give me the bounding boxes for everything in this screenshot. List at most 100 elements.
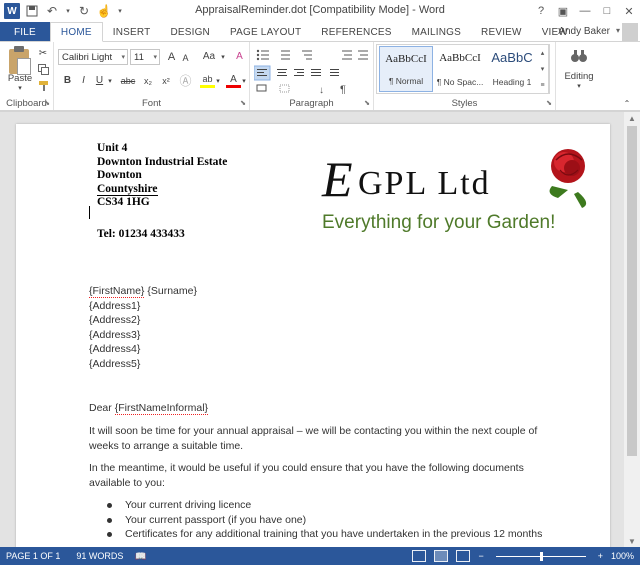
chevron-down-icon[interactable]: ▾	[541, 65, 545, 73]
scroll-down-icon[interactable]: ▼	[628, 537, 636, 546]
font-size-combo[interactable]: 11 ▾	[130, 49, 160, 65]
touch-mode-icon[interactable]: ☝	[96, 3, 112, 19]
underline-button[interactable]: U	[92, 73, 107, 88]
scroll-thumb[interactable]	[627, 126, 637, 456]
page-count[interactable]: PAGE 1 OF 1	[6, 551, 60, 561]
chevron-down-icon[interactable]: ▾	[240, 73, 248, 88]
tab-mailings[interactable]: MAILINGS	[402, 22, 471, 42]
editing-button[interactable]: Editing	[556, 70, 602, 82]
style-heading-1[interactable]: AaBbC Heading 1	[485, 46, 539, 92]
list-item: Certificates for any additional training…	[89, 527, 542, 542]
strikethrough-button[interactable]: abc	[118, 73, 138, 88]
zoom-slider[interactable]	[495, 551, 586, 561]
chevron-down-icon[interactable]: ▾	[214, 73, 222, 88]
tab-references[interactable]: REFERENCES	[311, 22, 401, 42]
zoom-in-icon[interactable]: +	[598, 551, 603, 561]
more-styles-icon[interactable]: ≡	[540, 82, 544, 89]
superscript-button[interactable]: x²	[158, 73, 174, 88]
tab-file[interactable]: FILE	[0, 22, 50, 42]
merge-field: {Surname}	[147, 285, 197, 297]
chevron-up-icon[interactable]: ▴	[541, 49, 545, 57]
user-name[interactable]: Andy Baker	[558, 26, 610, 37]
chevron-down-icon[interactable]: ▾	[573, 82, 585, 90]
style-normal[interactable]: AaBbCcI ¶ Normal	[379, 46, 433, 92]
list-item: Your current passport (if you have one)	[89, 513, 542, 528]
tab-home[interactable]: HOME	[49, 22, 103, 42]
style-sample: AaBbCcI	[385, 53, 427, 65]
logo-company-name: GPL Ltd	[358, 165, 491, 202]
shrink-font-button[interactable]: A	[178, 50, 193, 65]
styles-launcher-icon[interactable]: ⬊	[546, 99, 552, 107]
style-no-spacing[interactable]: AaBbCcI ¶ No Spac...	[433, 46, 487, 92]
style-name: ¶ No Spac...	[436, 77, 484, 87]
chevron-down-icon: ▾	[153, 54, 157, 61]
web-layout-icon[interactable]	[456, 550, 471, 562]
copy-icon[interactable]	[36, 62, 50, 76]
font-name-value: Calibri Light	[62, 51, 113, 63]
font-launcher-icon[interactable]: ⬊	[240, 99, 246, 107]
subscript-button[interactable]: x₂	[140, 73, 156, 88]
list-item: Your current driving licence	[89, 498, 542, 513]
clipboard-launcher-icon[interactable]: ⬊	[44, 99, 50, 107]
customize-qat-icon[interactable]: ▾	[116, 3, 124, 19]
chevron-down-icon[interactable]: ▾	[106, 73, 114, 88]
paste-button[interactable]: Paste	[4, 72, 36, 84]
zoom-level[interactable]: 100%	[611, 551, 634, 561]
style-name: Heading 1	[492, 77, 532, 87]
clear-formatting-button[interactable]: A	[232, 49, 247, 64]
highlight-button[interactable]: ab	[200, 73, 215, 88]
avatar[interactable]	[622, 23, 638, 41]
zoom-slider-thumb[interactable]	[539, 551, 543, 561]
tab-design[interactable]: DESIGN	[160, 22, 220, 42]
address-line: CS34 1HG	[97, 196, 150, 209]
paragraph-group: ↓ ¶ Paragraph ⬊	[250, 42, 374, 110]
styles-scroll[interactable]: ▴ ▾ ≡	[537, 44, 549, 94]
tab-review[interactable]: REVIEW	[471, 22, 532, 42]
paste-dropdown-icon[interactable]: ▾	[14, 84, 26, 92]
tab-insert[interactable]: INSERT	[103, 22, 161, 42]
ribbon: Paste ▾ ✂ Clipboard ⬊ Calibri Light ▾ 11 ▾…	[0, 41, 640, 111]
proofing-icon[interactable]: 📖	[135, 551, 146, 562]
word-count[interactable]: 91 WORDS	[76, 551, 123, 561]
scroll-up-icon[interactable]: ▲	[628, 114, 636, 123]
change-case-button[interactable]: Aa	[200, 49, 218, 64]
redo-icon[interactable]: ↻	[76, 3, 92, 19]
font-size-value: 11	[134, 51, 144, 63]
merge-field: {Address3}	[89, 328, 141, 341]
document-page[interactable]: Unit 4 Downton Industrial Estate Downton…	[16, 124, 610, 554]
paragraph-launcher-icon[interactable]: ⬊	[364, 99, 370, 107]
vertical-scrollbar[interactable]: ▲ ▼	[624, 112, 640, 548]
font-name-combo[interactable]: Calibri Light ▾	[58, 49, 128, 65]
bold-button[interactable]: B	[60, 73, 75, 88]
grow-font-button[interactable]: A	[164, 49, 179, 64]
paragraph-controls[interactable]: ↓ ¶	[254, 48, 370, 94]
user-dropdown-icon[interactable]: ▾	[616, 26, 620, 35]
print-layout-icon[interactable]	[434, 550, 449, 562]
text-effects-button[interactable]: Ⓐ	[178, 73, 193, 88]
italic-button[interactable]: I	[76, 73, 91, 88]
styles-label: Styles	[451, 98, 478, 109]
font-color-button[interactable]: A	[226, 73, 241, 88]
merge-field: {Address4}	[89, 343, 141, 355]
ribbon-display-options-icon[interactable]: ▣	[552, 0, 574, 22]
undo-dropdown-icon[interactable]: ▾	[64, 3, 72, 19]
quick-access-toolbar: W ↶ ▾ ↻ ☝ ▾	[0, 3, 124, 19]
chevron-down-icon[interactable]: ▾	[218, 49, 228, 64]
save-icon[interactable]	[24, 3, 40, 19]
zoom-out-icon[interactable]: −	[478, 551, 483, 561]
minimize-button[interactable]: —	[574, 0, 596, 22]
collapse-ribbon-icon[interactable]: ⌃	[620, 98, 634, 108]
read-mode-icon[interactable]	[412, 550, 427, 562]
format-painter-icon[interactable]	[36, 78, 50, 92]
cut-icon[interactable]: ✂	[36, 46, 50, 60]
paragraph-line: It will soon be time for your annual app…	[89, 425, 538, 437]
font-group: Calibri Light ▾ 11 ▾ A A Aa ▾ A B I U ▾ ab…	[54, 42, 250, 110]
binoculars-icon[interactable]	[568, 46, 590, 66]
undo-icon[interactable]: ↶	[44, 3, 60, 19]
close-button[interactable]: ✕	[618, 0, 640, 22]
help-icon[interactable]: ?	[530, 0, 552, 22]
maximize-button[interactable]: □	[596, 0, 618, 22]
text-cursor	[89, 206, 90, 219]
tab-page-layout[interactable]: PAGE LAYOUT	[220, 22, 311, 42]
word-app-icon[interactable]: W	[4, 3, 20, 19]
